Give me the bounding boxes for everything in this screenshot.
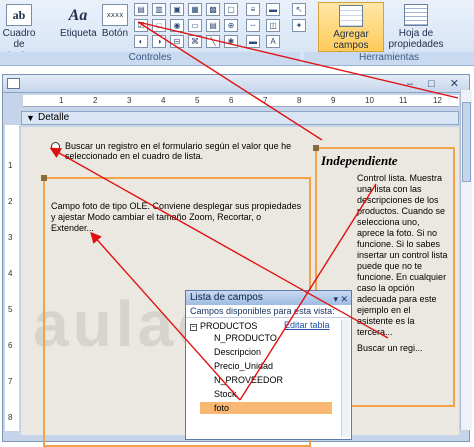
ruler-mark: 12 [433,96,442,105]
table-node[interactable]: − PRODUCTOS [190,320,257,332]
ruler-mark: 6 [8,341,13,350]
ruler-mark: 7 [263,96,268,105]
fill-color-icon[interactable]: ▬ [266,3,280,16]
page-break-icon[interactable]: ⊟ [170,35,184,48]
chart-icon[interactable]: ▦ [188,3,202,16]
line-type-icon[interactable]: ┄ [246,19,260,32]
property-sheet-button[interactable]: Hoja de propiedades [388,2,444,52]
field-item[interactable]: N_PRODUCTO [214,332,277,344]
independiente-title: Independiente [321,153,398,168]
label-button[interactable]: Aa Etiqueta [60,4,97,39]
label-label: Etiqueta [60,28,97,39]
ruler-mark: 10 [365,96,374,105]
radio-button[interactable] [51,142,60,151]
collapse-icon[interactable]: − [190,324,197,331]
window-controls[interactable]: – □ ✕ [407,77,465,90]
ruler-mark: 2 [8,197,13,206]
scroll-thumb[interactable] [462,102,471,182]
ruler-mark: 6 [229,96,234,105]
activex-icon[interactable]: ✱ [224,35,238,48]
ruler-mark: 11 [399,96,408,105]
window-title-bar: – □ ✕ [3,75,469,93]
frame-icon[interactable]: ▢ [224,3,238,16]
edit-table-link[interactable]: Editar tabla [284,320,330,330]
property-sheet-icon [404,4,428,26]
ruler-mark: 3 [127,96,132,105]
search-option-label: Buscar un registro en el formulario segú… [65,141,292,161]
font-color-icon[interactable]: A [266,35,280,48]
attachment-icon[interactable]: ⌘ [188,35,202,48]
ruler-mark: 4 [161,96,166,105]
group-controles-label: Controles [0,52,300,65]
button-icon: xxxx [102,4,128,26]
ole-photo-text: Campo foto de tipo OLE. Conviene despleg… [51,201,302,233]
line-width-icon[interactable]: ≡ [246,3,260,16]
form-icon [7,78,20,89]
textbox-icon: ab [6,4,32,26]
hyperlink-icon[interactable]: ⊕ [224,19,238,32]
search-option[interactable]: Buscar un registro en el formulario segú… [51,141,301,161]
unbound-object-icon[interactable]: ◐ [134,35,148,48]
group-herramientas-label: Herramientas [304,52,474,65]
button-button[interactable]: xxxx Botón [98,4,132,39]
ruler-mark: 9 [331,96,336,105]
ruler-mark: 8 [297,96,302,105]
field-item[interactable]: Descripcion [214,346,261,358]
field-list-icon [339,5,363,27]
ruler-mark: 3 [8,233,13,242]
ribbon: ab Cuadro de texto Aa Etiqueta xxxx Botó… [0,0,474,66]
rectangle-icon[interactable]: □ [152,19,166,32]
horizontal-ruler: 1 2 3 4 5 6 7 8 9 10 11 12 [23,95,459,107]
ruler-mark: 4 [8,269,13,278]
resize-handle[interactable] [313,145,319,151]
field-item[interactable]: Precio_Unidad [214,360,273,372]
ruler-mark: 2 [93,96,98,105]
table-name: PRODUCTOS [200,321,258,331]
special-effect-icon[interactable]: ◫ [266,19,280,32]
select-icon[interactable]: ↖ [292,3,306,16]
tab-control-icon[interactable]: ▤ [206,19,220,32]
property-sheet-label: Hoja de propiedades [388,28,444,50]
combo-icon[interactable]: ▤ [134,3,148,16]
line-color-icon[interactable]: ▬ [246,35,260,48]
vertical-ruler: 1 2 3 4 5 6 7 8 [5,125,19,431]
field-item[interactable]: Stock [214,388,237,400]
section-detalle[interactable]: ▼ Detalle [21,111,459,125]
list-icon[interactable]: ▥ [152,3,166,16]
field-list-body: − PRODUCTOS Editar tabla N_PRODUCTO Descr… [186,318,351,439]
field-list-scrollbar[interactable] [341,320,350,437]
field-list-title-bar: Lista de campos ▾ ✕ [186,291,351,305]
ruler-mark: 5 [195,96,200,105]
image-icon[interactable]: ▣ [170,3,184,16]
vertical-scrollbar[interactable] [460,90,472,430]
checkbox-icon[interactable]: ☑ [134,19,148,32]
section-label: Detalle [38,112,70,123]
controls-gallery: ▤ ▥ ▣ ▦ ▩ ▢ ≡ ▬ ↖ ☑ □ ◉ ▭ ▤ ⊕ ┄ ◫ ✦ ◐ ◑ … [134,3,316,49]
section-arrow-icon: ▼ [26,113,35,123]
search-label: Buscar un regi... [357,343,423,353]
field-list-subtitle: Campos disponibles para esta vista: [186,305,351,318]
resize-handle[interactable] [41,175,47,181]
label-icon: Aa [68,6,88,24]
ruler-mark: 1 [8,161,13,170]
toggle-icon[interactable]: ▭ [188,19,202,32]
subform-icon[interactable]: ▩ [206,3,220,16]
field-item-selected[interactable]: foto [200,402,332,414]
bound-object-icon[interactable]: ◑ [152,35,166,48]
line-icon[interactable]: ╲ [206,35,220,48]
ruler-mark: 1 [59,96,64,105]
add-existing-fields-button[interactable]: Agregar campos existentes [318,2,384,62]
field-list-panel[interactable]: Lista de campos ▾ ✕ Campos disponibles p… [185,290,352,440]
wizard-icon[interactable]: ✦ [292,19,306,32]
ruler-mark: 8 [8,413,13,422]
ruler-mark: 7 [8,377,13,386]
option-icon[interactable]: ◉ [170,19,184,32]
field-list-controls[interactable]: ▾ ✕ [333,292,348,306]
list-control-text: Control lista. Muestra una lista con las… [357,173,448,337]
field-item[interactable]: N_PROVEEDOR [214,374,283,386]
field-list-title: Lista de campos [190,292,263,303]
ruler-mark: 5 [8,305,13,314]
button-label: Botón [101,28,129,39]
